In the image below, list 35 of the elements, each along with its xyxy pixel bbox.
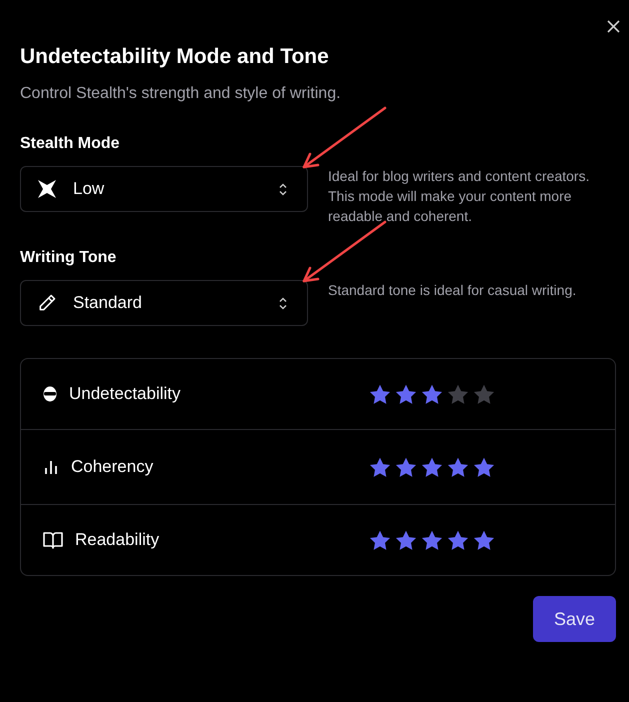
star-icon — [421, 456, 443, 478]
bar-chart-icon — [43, 459, 59, 475]
chevron-up-down-icon — [279, 296, 287, 310]
chevron-up-down-icon — [279, 182, 287, 196]
dialog-subtitle: Control Stealth's strength and style of writing. — [20, 84, 342, 104]
close-icon — [606, 20, 620, 32]
rating-name: Readability — [75, 530, 160, 550]
star-icon — [369, 530, 391, 550]
star-icon — [395, 530, 417, 550]
setting-label: Writing Tone — [20, 248, 118, 268]
star-icon — [369, 456, 391, 478]
star-icon — [447, 530, 469, 550]
select-field[interactable]: Standard — [20, 280, 308, 326]
rating-name: Coherency — [71, 457, 154, 477]
star-icon — [395, 384, 417, 404]
star-icon — [447, 384, 469, 404]
mask-icon — [43, 386, 57, 402]
book-icon — [43, 531, 63, 549]
star-icon — [473, 384, 495, 404]
rating-name: Undetectability — [69, 384, 181, 404]
star-icon — [421, 384, 443, 404]
star-icon — [473, 530, 495, 550]
star-icon — [369, 384, 391, 404]
save-button[interactable]: Save — [533, 596, 616, 642]
shuriken-icon — [37, 179, 57, 199]
dialog-title: Undetectability Mode and Tone — [20, 44, 330, 70]
pencil-icon — [37, 293, 57, 313]
setting-description: Ideal for blog writers and content creators. This mode will make your content more readable and coherent. — [328, 167, 590, 226]
star-icon — [421, 530, 443, 550]
star-icon — [447, 456, 469, 478]
setting-description: Standard tone is ideal for casual writing. — [328, 281, 578, 300]
select-field[interactable]: Low — [20, 166, 308, 212]
star-icon — [395, 456, 417, 478]
star-icon — [473, 456, 495, 478]
setting-label: Stealth Mode — [20, 134, 121, 154]
